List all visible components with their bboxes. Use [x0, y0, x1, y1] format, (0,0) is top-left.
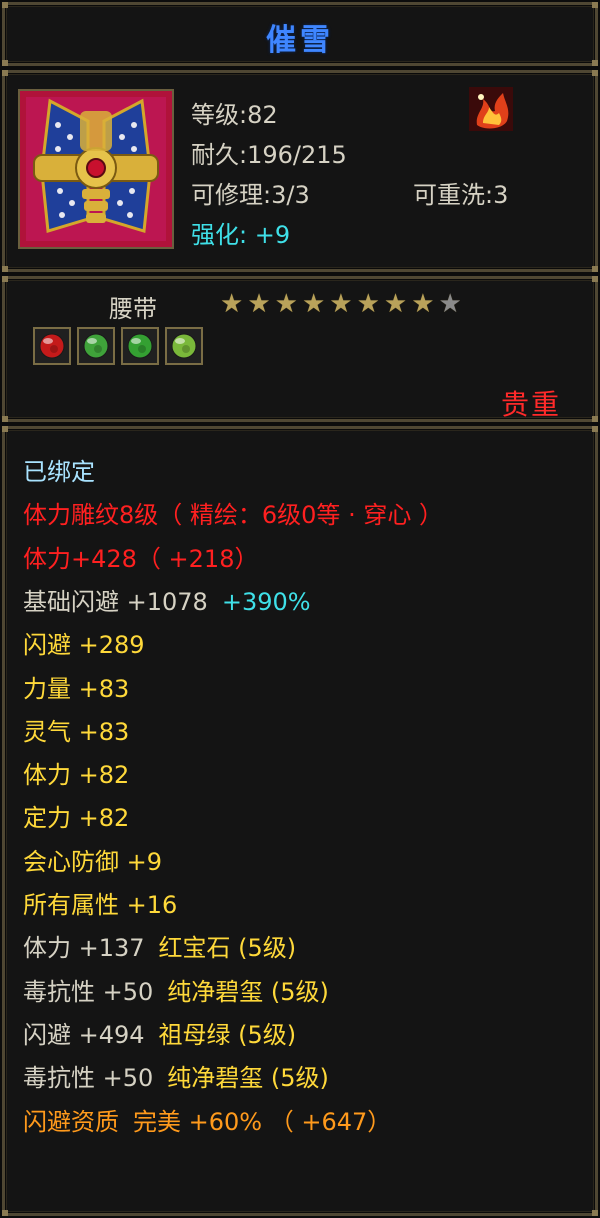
attribute-text: 闪避 +494 — [23, 1021, 145, 1049]
attribute-line: 定力 +82 — [23, 803, 129, 833]
emerald-gem-icon — [127, 333, 153, 359]
ruby-gem-icon — [39, 333, 65, 359]
attribute-line: 基础闪避 +1078 +390% — [23, 587, 311, 617]
attribute-text: 会心防御 +9 — [23, 848, 163, 876]
attribute-line: 所有属性 +16 — [23, 890, 177, 920]
attribute-line: 体力 +137 红宝石 (5级) — [23, 933, 296, 963]
attribute-extra: 纯净碧玺 (5级) — [167, 1064, 329, 1092]
attribute-extra: 红宝石 (5级) — [158, 934, 297, 962]
attribute-extra: 纯净碧玺 (5级) — [167, 978, 329, 1006]
attribute-line: 已绑定 — [23, 457, 95, 487]
attribute-text: 体力+428（ +218） — [23, 545, 259, 573]
attribute-text: 体力雕纹8级（ 精绘：6级0等 · 穿心 ） — [23, 501, 443, 529]
item-info-panel: 等级:82 耐久:196/215 可修理:3/3 可重洗:3 强化: +9 — [2, 70, 598, 272]
enhance-label: 强化: — [191, 221, 248, 249]
repair-stat: 可修理:3/3 — [191, 181, 310, 209]
gem-slot[interactable] — [121, 327, 159, 365]
jade-gem-icon — [171, 333, 197, 359]
rarity-label: 贵重 — [501, 388, 562, 421]
attribute-text: 体力 +137 — [23, 934, 145, 962]
attribute-line: 力量 +83 — [23, 674, 129, 704]
attribute-line: 会心防御 +9 — [23, 847, 162, 877]
star-icon: ★ — [247, 289, 271, 319]
attribute-text: 力量 +83 — [23, 675, 130, 703]
attribute-extra: +390% — [221, 588, 311, 616]
star-icon: ★ — [329, 289, 353, 319]
attribute-line: 毒抗性 +50 纯净碧玺 (5级) — [23, 977, 329, 1007]
attribute-line: 闪避 +494 祖母绿 (5级) — [23, 1020, 296, 1050]
jade-gem-icon — [83, 333, 109, 359]
attribute-text: 闪避资质 — [23, 1108, 119, 1136]
attribute-text: 闪避 +289 — [23, 631, 145, 659]
enhance-value: +9 — [254, 221, 291, 249]
item-type-panel: 腰带 ★ ★ ★ ★ ★ ★ ★ ★ ★ 贵重 — [2, 276, 598, 422]
star-icon: ★ — [411, 289, 435, 319]
attribute-line: 闪避 +289 — [23, 630, 145, 660]
star-icon: ★ — [220, 289, 244, 319]
star-rating: ★ ★ ★ ★ ★ ★ ★ ★ ★ — [220, 291, 462, 317]
gem-slot[interactable] — [33, 327, 71, 365]
level-stat: 等级:82 — [191, 101, 278, 129]
attribute-extra: 祖母绿 (5级) — [158, 1021, 297, 1049]
attribute-line: 体力雕纹8级（ 精绘：6级0等 · 穿心 ） — [23, 500, 443, 530]
rewash-stat: 可重洗:3 — [413, 181, 509, 209]
attribute-extra: 完美 +60% （ +647） — [133, 1108, 392, 1136]
enhance-stat: 强化: +9 — [191, 215, 290, 250]
attribute-line: 体力+428（ +218） — [23, 544, 258, 574]
attribute-line: 闪避资质 完美 +60% （ +647） — [23, 1107, 391, 1137]
attribute-text: 基础闪避 +1078 — [23, 588, 208, 616]
attribute-text: 已绑定 — [23, 458, 95, 486]
star-icon: ★ — [356, 289, 380, 319]
star-icon: ★ — [301, 289, 326, 319]
attribute-text: 毒抗性 +50 — [23, 1064, 154, 1092]
attribute-text: 所有属性 +16 — [23, 891, 178, 919]
gem-slot[interactable] — [77, 327, 115, 365]
attribute-text: 定力 +82 — [23, 804, 130, 832]
attribute-text: 灵气 +83 — [23, 718, 130, 746]
star-icon: ★ — [438, 289, 462, 319]
attribute-text: 体力 +82 — [23, 761, 130, 789]
gem-slot[interactable] — [165, 327, 203, 365]
gem-slots — [33, 327, 203, 365]
item-type-label: 腰带 — [109, 295, 157, 323]
attribute-line: 体力 +82 — [23, 760, 129, 790]
durability-stat: 耐久:196/215 — [191, 141, 347, 169]
attribute-line: 毒抗性 +50 纯净碧玺 (5级) — [23, 1063, 329, 1093]
attributes-panel: 已绑定体力雕纹8级（ 精绘：6级0等 · 穿心 ） 体力+428（ +218） 基础… — [2, 426, 598, 1216]
flame-badge-icon — [467, 85, 515, 133]
item-portrait-icon — [18, 89, 174, 249]
star-icon: ★ — [274, 289, 298, 319]
item-name: 催雪 — [266, 23, 334, 58]
attribute-line: 灵气 +83 — [23, 717, 129, 747]
star-icon: ★ — [383, 289, 408, 319]
title-panel: 催雪 — [2, 2, 598, 66]
attribute-text: 毒抗性 +50 — [23, 978, 154, 1006]
